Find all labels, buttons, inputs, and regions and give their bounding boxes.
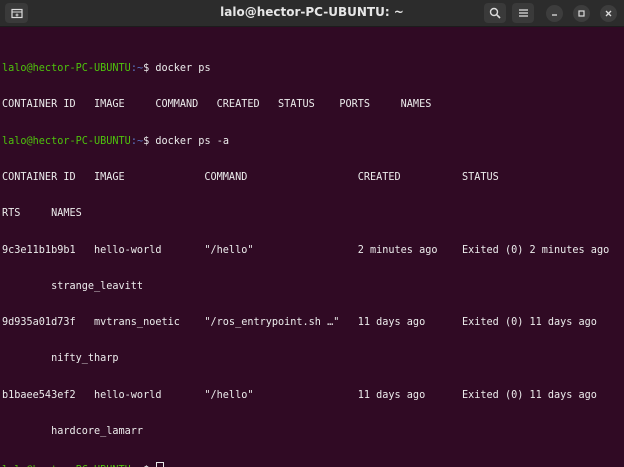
prompt-symbol: $ (143, 135, 156, 147)
new-tab-button[interactable] (5, 3, 28, 23)
output-line: RTS NAMES (2, 208, 82, 220)
maximize-button[interactable] (573, 5, 590, 22)
search-icon (489, 7, 501, 19)
prompt-symbol: $ (143, 63, 156, 75)
terminal-output[interactable]: lalo@hector-PC-UBUNTU:~$ docker ps CONTA… (0, 29, 624, 467)
prompt-path: :~ (130, 135, 144, 147)
output-line: 9d935a01d73f mvtrans_noetic "/ros_entryp… (2, 317, 597, 329)
minimize-icon (552, 14, 557, 16)
hamburger-menu-icon (518, 9, 528, 17)
close-icon (605, 10, 612, 17)
close-button[interactable] (600, 5, 617, 22)
terminal-window: lalo@hector-PC-UBUNTU: ~ lalo@hector-PC-… (0, 0, 624, 467)
prompt-path: :~ (130, 63, 144, 75)
menu-button[interactable] (512, 3, 534, 23)
title-bar: lalo@hector-PC-UBUNTU: ~ (0, 0, 624, 27)
prompt-line: lalo@hector-PC-UBUNTU:~$ docker ps (2, 63, 624, 75)
prompt-user: lalo@hector-PC-UBUNTU (2, 135, 131, 147)
prompt-line: lalo@hector-PC-UBUNTU:~$ (2, 462, 624, 467)
output-line: hardcore_lamarr (2, 426, 144, 437)
output-line: strange_leavitt (2, 280, 144, 292)
prompt-line: lalo@hector-PC-UBUNTU:~$ docker ps -a (2, 136, 624, 148)
maximize-icon (578, 10, 585, 17)
minimize-button[interactable] (546, 5, 563, 22)
output-line: 9c3e11b1b9b1 hello-world "/hello" 2 minu… (2, 244, 610, 256)
new-tab-icon (10, 8, 23, 18)
terminal-cursor (156, 462, 165, 467)
output-line: b1baee543ef2 hello-world "/hello" 11 day… (2, 389, 597, 401)
output-line: CONTAINER ID IMAGE COMMAND CREATED STATU… (2, 99, 432, 111)
prompt-user: lalo@hector-PC-UBUNTU (2, 63, 131, 75)
output-line: nifty_tharp (2, 353, 119, 365)
search-button[interactable] (484, 3, 506, 23)
output-line: CONTAINER ID IMAGE COMMAND CREATED STATU… (2, 172, 624, 184)
command-text: docker ps -a (155, 135, 229, 147)
command-text: docker ps (155, 63, 211, 75)
